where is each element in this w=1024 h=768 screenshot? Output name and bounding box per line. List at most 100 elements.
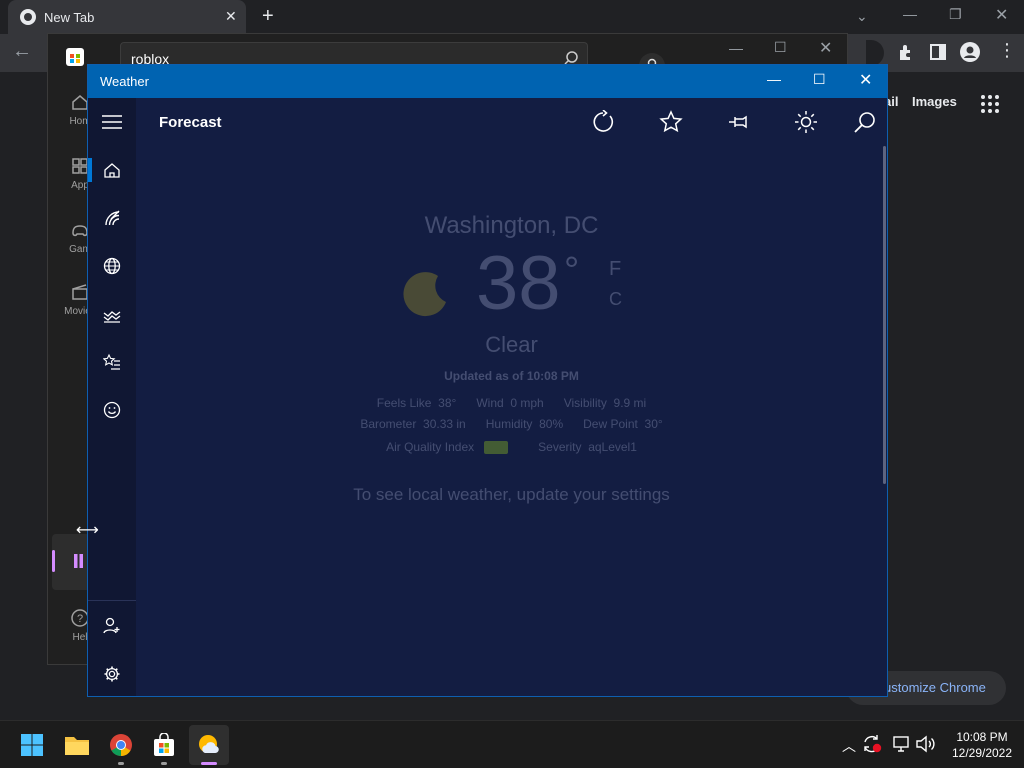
windows-logo-icon xyxy=(21,734,43,756)
hamburger-menu-button[interactable] xyxy=(88,98,136,146)
back-arrow-icon[interactable]: ← xyxy=(12,40,32,63)
refresh-button[interactable] xyxy=(591,110,615,134)
globe-icon xyxy=(103,257,121,275)
pin-icon xyxy=(729,115,747,129)
omnibox-edge xyxy=(866,40,884,66)
weather-window-title: Weather xyxy=(100,74,149,89)
folder-icon xyxy=(65,737,89,755)
side-panel-icon[interactable] xyxy=(929,43,947,61)
store-minimize-button[interactable]: — xyxy=(729,40,743,56)
taskbar-weather[interactable] xyxy=(189,725,229,765)
chrome-menu-kebab-icon[interactable]: ⋮ xyxy=(998,40,1016,61)
weather-window: Weather — ☐ ✕ Forecast Washington, DC 38… xyxy=(87,64,888,697)
chrome-close-button[interactable]: ✕ xyxy=(995,5,1008,25)
nav-monthly[interactable] xyxy=(88,290,136,338)
theme-button[interactable] xyxy=(794,110,818,134)
clock-time: 10:08 PM xyxy=(956,730,1008,744)
nav-account[interactable] xyxy=(88,601,136,649)
taskbar-store[interactable] xyxy=(144,725,184,765)
new-tab-button[interactable]: + xyxy=(262,5,274,28)
store-library-button[interactable] xyxy=(52,534,92,590)
nav-historical[interactable] xyxy=(88,242,136,290)
nav-selected-indicator xyxy=(88,158,92,182)
running-indicator xyxy=(161,762,167,765)
store-close-button[interactable]: ✕ xyxy=(819,38,832,58)
weather-app-icon xyxy=(199,735,219,754)
chrome-tab-strip: New Tab ✕ + ⌄ — ❐ ✕ xyxy=(0,0,1024,34)
home-icon xyxy=(104,163,120,178)
refresh-icon xyxy=(593,110,614,132)
smiley-icon xyxy=(103,401,121,419)
chrome-tab-new-tab[interactable]: New Tab ✕ xyxy=(8,0,246,34)
running-indicator xyxy=(118,762,124,765)
show-hidden-icons-chevron-icon[interactable]: ︿ xyxy=(842,736,856,756)
resize-cursor-icon: ⟷ xyxy=(76,522,99,539)
network-icon[interactable] xyxy=(892,734,912,754)
current-temperature: 38 xyxy=(476,241,561,326)
pin-button[interactable] xyxy=(727,110,751,134)
aqi-color-swatch xyxy=(484,441,509,455)
chrome-icon xyxy=(110,734,132,756)
details-row-2: Barometer 30.33 in Humidity 80% Dew Poin… xyxy=(360,417,663,431)
weather-header: Forecast xyxy=(136,98,887,146)
profile-avatar-icon[interactable] xyxy=(960,42,980,62)
store-bag-icon xyxy=(154,733,174,756)
forecast-panel: Washington, DC 38 ° F C Clear Updated as… xyxy=(136,146,887,696)
location-name: Washington, DC xyxy=(424,212,599,239)
images-link[interactable]: Images xyxy=(912,94,957,109)
unit-fahrenheit-toggle[interactable]: F xyxy=(609,258,621,281)
weather-close-button[interactable]: ✕ xyxy=(859,70,872,90)
chrome-logo-icon xyxy=(20,9,36,25)
weather-nav-rail xyxy=(88,98,136,696)
store-maximize-button[interactable]: ☐ xyxy=(774,39,787,56)
nav-favorites[interactable] xyxy=(88,338,136,386)
details-row-1: Feels Like 38° Wind 0 mph Visibility 9.9… xyxy=(376,396,647,410)
nav-settings[interactable] xyxy=(88,650,136,698)
chart-waves-icon xyxy=(103,311,121,323)
google-apps-grid-icon[interactable] xyxy=(980,94,1000,114)
close-tab-icon[interactable]: ✕ xyxy=(225,8,237,25)
extensions-icon[interactable] xyxy=(897,43,915,61)
add-person-icon xyxy=(103,617,120,634)
sync-alert-icon[interactable] xyxy=(862,734,884,754)
unit-celsius-toggle[interactable]: C xyxy=(609,289,622,310)
weather-maximize-button[interactable]: ☐ xyxy=(813,71,826,88)
taskbar-file-explorer[interactable] xyxy=(57,725,97,765)
hamburger-icon xyxy=(102,115,122,129)
air-quality-row: Air Quality Index Severity aqLevel1 xyxy=(386,440,637,455)
taskbar: ︿ 10:08 PM 12/29/2022 xyxy=(0,720,1024,768)
active-indicator xyxy=(52,550,55,572)
start-button[interactable] xyxy=(12,725,52,765)
taskbar-chrome[interactable] xyxy=(101,725,141,765)
chrome-minimize-button[interactable]: — xyxy=(903,6,917,22)
favorites-list-icon xyxy=(103,353,120,370)
degree-symbol: ° xyxy=(564,250,580,292)
gear-icon xyxy=(104,666,120,682)
volume-icon[interactable] xyxy=(915,734,935,754)
nav-maps[interactable] xyxy=(88,194,136,242)
search-button[interactable] xyxy=(853,110,877,134)
active-app-indicator xyxy=(201,762,217,765)
svg-text:?: ? xyxy=(77,613,83,625)
weather-titlebar[interactable]: Weather — ☐ ✕ xyxy=(88,65,887,98)
weather-minimize-button[interactable]: — xyxy=(767,71,781,87)
favorite-button[interactable] xyxy=(659,110,683,134)
nav-life[interactable] xyxy=(88,386,136,434)
nav-forecast[interactable] xyxy=(88,146,136,194)
radar-icon xyxy=(105,210,120,226)
moon-icon xyxy=(398,266,454,322)
tab-search-chevron-icon[interactable]: ⌄ xyxy=(856,8,868,25)
condition-text: Clear xyxy=(485,332,538,357)
chrome-tab-title: New Tab xyxy=(44,10,95,25)
updated-time: Updated as of 10:08 PM xyxy=(444,369,579,383)
page-title: Forecast xyxy=(159,114,222,131)
weather-scrollbar[interactable] xyxy=(883,146,886,484)
clock-date: 12/29/2022 xyxy=(951,746,1013,760)
taskbar-clock[interactable]: 10:08 PM 12/29/2022 xyxy=(944,729,1020,761)
search-icon xyxy=(854,112,875,133)
location-settings-notice[interactable]: To see local weather, update your settin… xyxy=(136,485,887,505)
store-app-icon xyxy=(66,48,84,66)
sun-icon xyxy=(795,111,817,133)
chrome-restore-button[interactable]: ❐ xyxy=(949,6,962,23)
star-icon xyxy=(659,110,683,133)
